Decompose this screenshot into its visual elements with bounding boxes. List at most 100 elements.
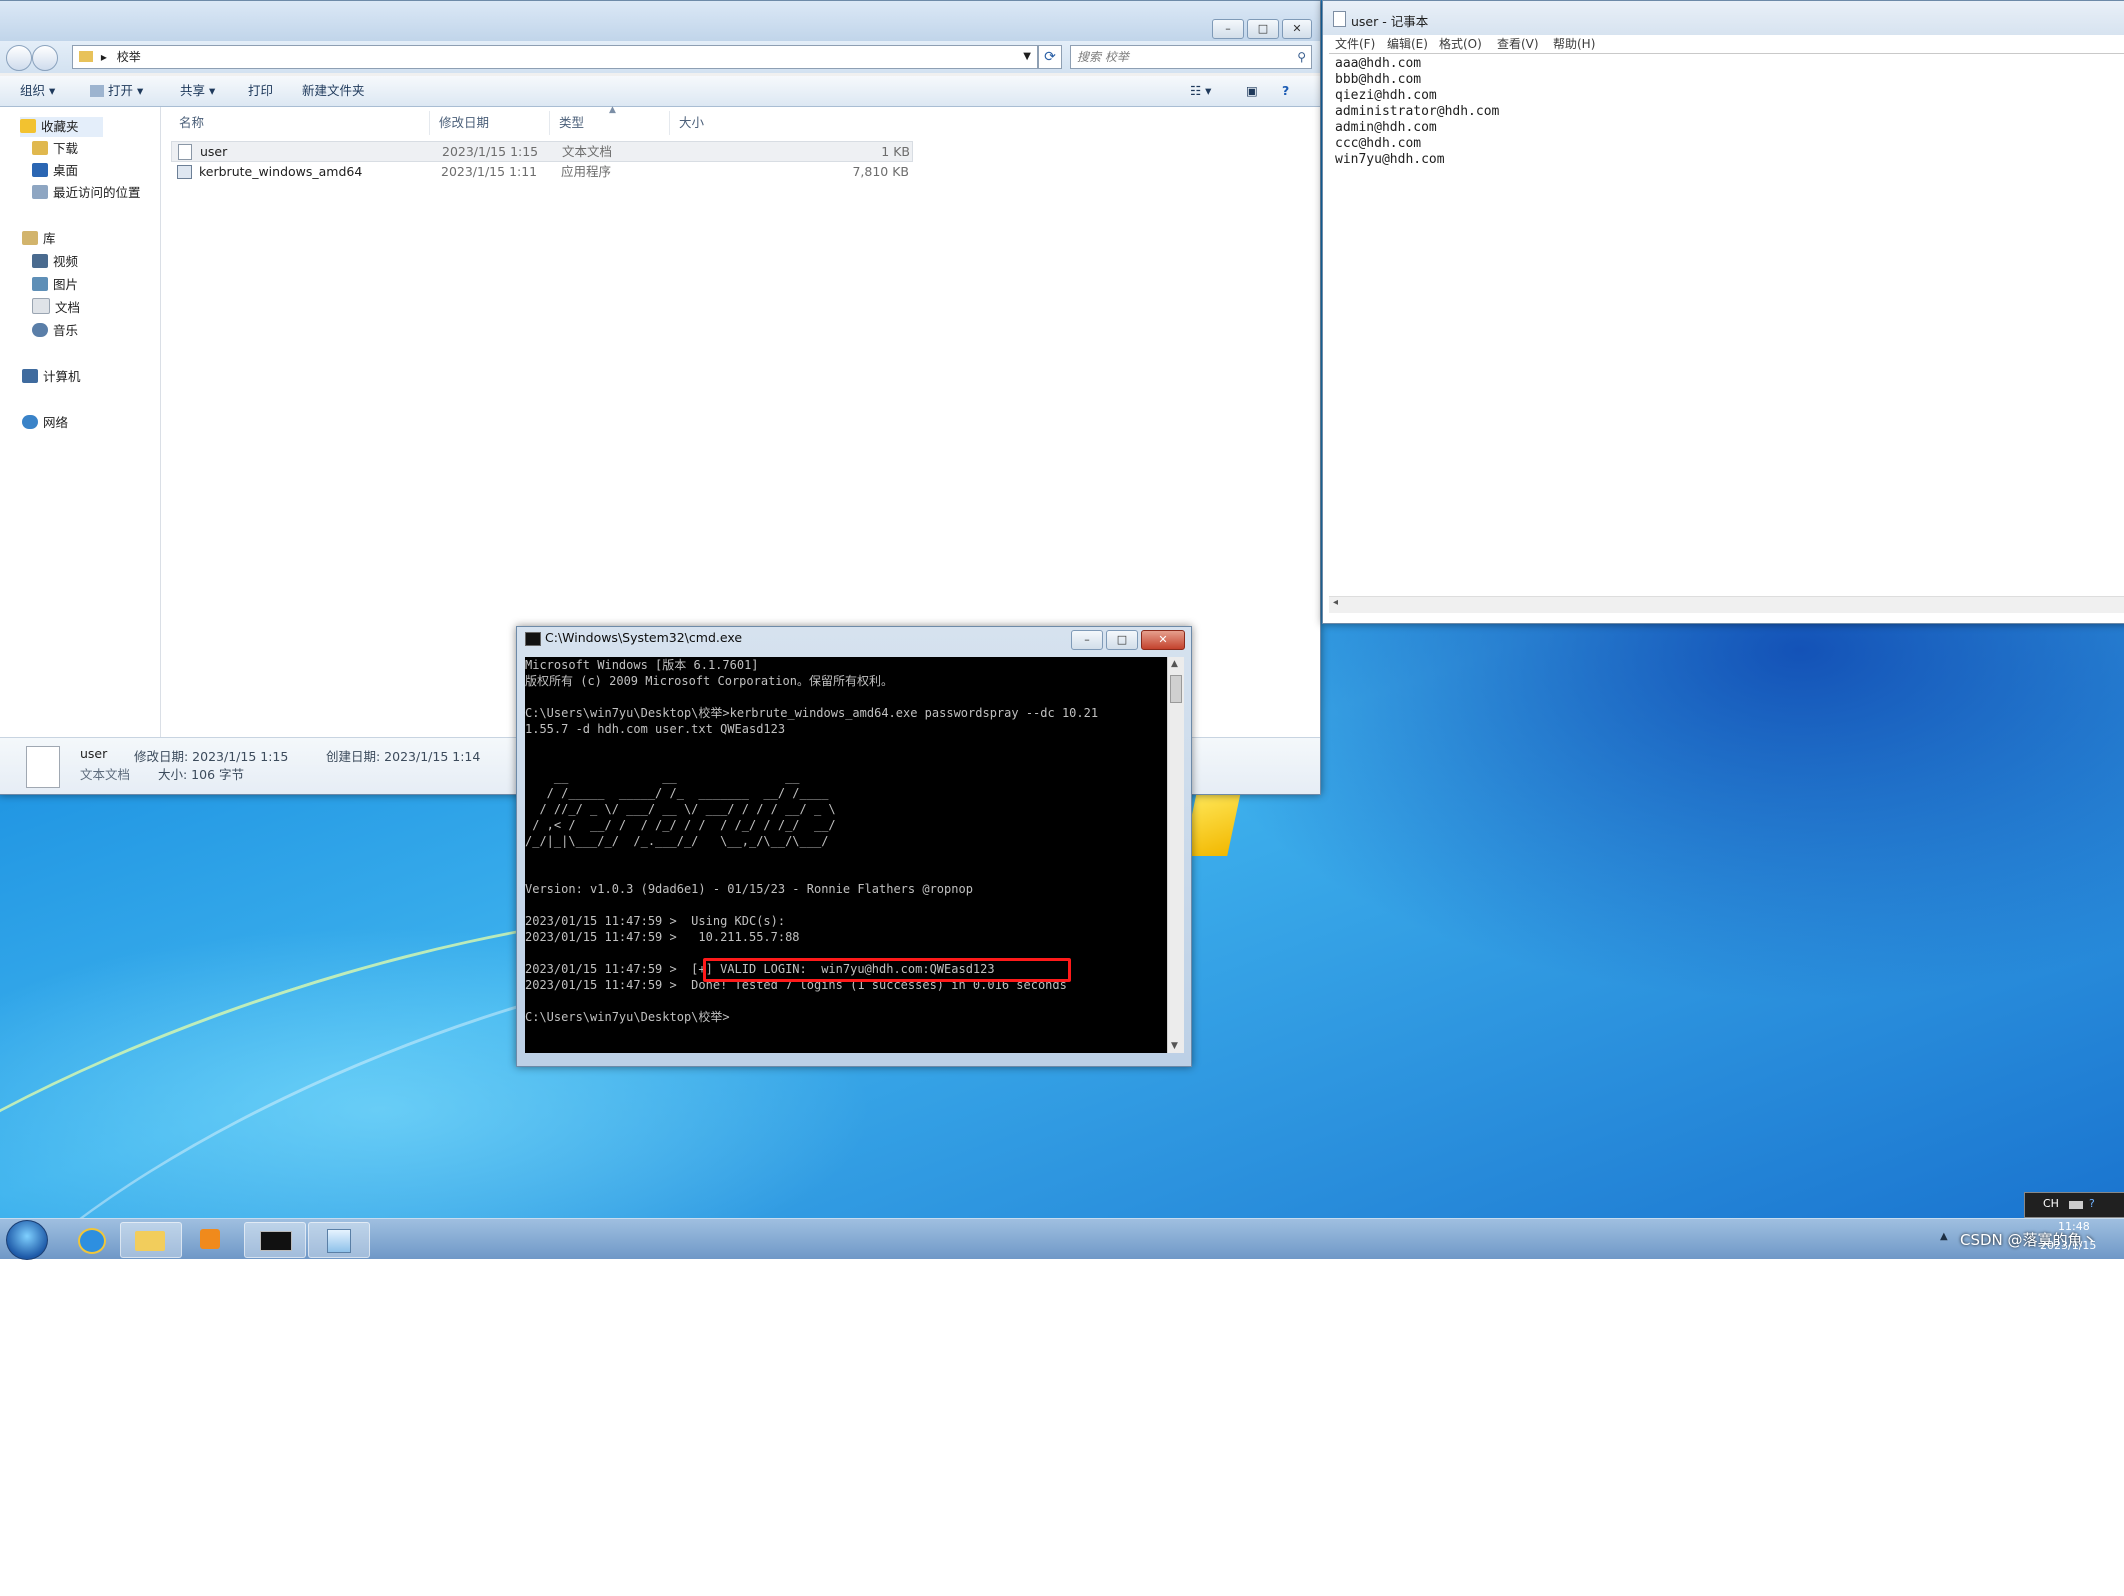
- play-icon: [200, 1229, 220, 1249]
- column-header-size[interactable]: 大小: [679, 111, 789, 135]
- ascii-banner-line: / ,< / __/ / / /_/ / / / /_/ / /_/ __/: [525, 818, 836, 832]
- minimize-button[interactable]: –: [1212, 19, 1244, 39]
- table-row[interactable]: kerbrute_windows_amd64 2023/1/15 1:11 应用…: [171, 162, 911, 181]
- nav-documents[interactable]: 文档: [32, 298, 80, 318]
- nav-favorites[interactable]: 收藏夹: [20, 117, 103, 137]
- console-line: Microsoft Windows [版本 6.1.7601]: [525, 658, 759, 672]
- ascii-banner-line: /_/|_|\___/_/ /_.___/_/ \__,_/\__/\___/: [525, 834, 829, 848]
- refresh-button[interactable]: ⟳: [1038, 45, 1062, 69]
- cmd-titlebar[interactable]: C:\Windows\System32\cmd.exe – □ ✕: [517, 627, 1191, 650]
- nav-music-label: 音乐: [53, 323, 79, 338]
- nav-recent[interactable]: 最近访问的位置: [32, 183, 141, 203]
- cmd-icon: [260, 1231, 292, 1251]
- nav-computer-label: 计算机: [43, 369, 81, 384]
- nav-recent-label: 最近访问的位置: [53, 185, 141, 200]
- details-file-name: user: [80, 746, 108, 761]
- language-indicator[interactable]: CH: [2043, 1197, 2059, 1210]
- share-button[interactable]: 共享 ▾: [180, 76, 215, 106]
- language-bar[interactable]: CH ?: [2024, 1192, 2124, 1218]
- search-icon[interactable]: ⚲: [1297, 46, 1306, 68]
- window-controls: – □ ✕: [1212, 19, 1312, 39]
- nav-pictures[interactable]: 图片: [32, 275, 78, 295]
- start-button[interactable]: [6, 1220, 48, 1260]
- notepad-titlebar[interactable]: user - 记事本: [1323, 1, 2124, 35]
- ie-logo: [78, 1228, 106, 1254]
- window-controls: – □ ✕: [1071, 630, 1185, 650]
- nav-network[interactable]: 网络: [22, 413, 68, 433]
- menu-view[interactable]: 查看(V): [1497, 35, 1539, 52]
- notepad-window: user - 记事本 文件(F) 编辑(E) 格式(O) 查看(V) 帮助(H)…: [1322, 0, 2124, 624]
- media-player-icon[interactable]: [182, 1222, 238, 1256]
- explorer-taskbar-button[interactable]: [120, 1222, 182, 1258]
- menu-file[interactable]: 文件(F): [1335, 35, 1375, 52]
- nav-libraries[interactable]: 库: [22, 229, 56, 249]
- internet-explorer-icon[interactable]: [62, 1222, 118, 1256]
- nav-videos[interactable]: 视频: [32, 252, 78, 272]
- cmd-title: C:\Windows\System32\cmd.exe: [545, 630, 743, 645]
- address-bar[interactable]: ▸ 校举 ▼: [72, 45, 1038, 69]
- scroll-thumb[interactable]: [1170, 675, 1182, 703]
- scroll-left-arrow-icon[interactable]: ◂: [1333, 597, 1338, 608]
- column-header-modified[interactable]: 修改日期: [439, 111, 550, 135]
- vertical-scrollbar[interactable]: ▲ ▼: [1167, 657, 1184, 1053]
- table-row[interactable]: user 2023/1/15 1:15 文本文档 1 KB: [171, 141, 913, 162]
- maximize-button[interactable]: □: [1106, 630, 1138, 650]
- menu-edit[interactable]: 编辑(E): [1387, 35, 1428, 52]
- console-line: 2023/01/15 11:47:59 > 10.211.55.7:88: [525, 930, 800, 944]
- notepad-title: user - 记事本: [1351, 14, 1429, 29]
- horizontal-scrollbar[interactable]: ◂: [1329, 596, 2124, 613]
- notepad-taskbar-button[interactable]: [308, 1222, 370, 1258]
- nav-pictures-label: 图片: [53, 277, 79, 292]
- text-line: ccc@hdh.com: [1335, 136, 1422, 151]
- text-line: qiezi@hdh.com: [1335, 88, 1437, 103]
- keyboard-icon[interactable]: [2069, 1201, 2083, 1209]
- view-options-icon[interactable]: ☷ ▾: [1190, 76, 1211, 106]
- preview-pane-icon[interactable]: ▣: [1246, 76, 1258, 106]
- text-line: bbb@hdh.com: [1335, 72, 1422, 87]
- file-type: 应用程序: [561, 164, 612, 179]
- column-header-name[interactable]: 名称: [179, 111, 430, 135]
- close-button[interactable]: ✕: [1141, 630, 1185, 650]
- videos-icon: [32, 254, 48, 268]
- search-placeholder: 搜索 校举: [1077, 50, 1129, 64]
- nav-downloads[interactable]: 下载: [32, 139, 78, 159]
- open-icon: [90, 85, 104, 97]
- cmd-icon: [525, 632, 541, 646]
- scroll-up-arrow-icon[interactable]: ▲: [1171, 659, 1178, 669]
- clock-date[interactable]: 2023/1/15: [2040, 1239, 2096, 1252]
- scroll-down-arrow-icon[interactable]: ▼: [1171, 1041, 1178, 1051]
- breadcrumb[interactable]: 校举: [117, 50, 141, 64]
- organize-button[interactable]: 组织 ▾: [20, 76, 55, 106]
- file-size: 7,810 KB: [852, 164, 909, 179]
- help-icon[interactable]: ?: [1282, 76, 1289, 106]
- help-icon[interactable]: ?: [2089, 1197, 2095, 1210]
- search-input[interactable]: 搜索 校举 ⚲: [1070, 45, 1312, 69]
- back-button[interactable]: [6, 45, 32, 71]
- nav-desktop-label: 桌面: [53, 163, 79, 178]
- nav-desktop[interactable]: 桌面: [32, 161, 78, 181]
- new-folder-button[interactable]: 新建文件夹: [302, 76, 365, 106]
- clock-time[interactable]: 11:48: [2058, 1220, 2090, 1233]
- close-button[interactable]: ✕: [1282, 19, 1312, 39]
- music-icon: [32, 323, 48, 337]
- console-output[interactable]: Microsoft Windows [版本 6.1.7601] 版权所有 (c)…: [525, 657, 1167, 1053]
- sort-arrow-icon: ▲: [609, 105, 616, 115]
- maximize-button[interactable]: □: [1247, 19, 1279, 39]
- tray-expand-icon[interactable]: ▲: [1940, 1231, 1948, 1242]
- open-button[interactable]: 打开 ▾: [108, 76, 143, 106]
- details-file-type: 文本文档: [80, 767, 131, 782]
- downloads-folder-icon: [32, 141, 48, 155]
- menu-format[interactable]: 格式(O): [1439, 35, 1482, 52]
- menu-help[interactable]: 帮助(H): [1553, 35, 1595, 52]
- console-line: Version: v1.0.3 (9dad6e1) - 01/15/23 - R…: [525, 882, 973, 896]
- chevron-down-icon[interactable]: ▼: [1023, 46, 1031, 68]
- explorer-titlebar[interactable]: – □ ✕: [0, 1, 1320, 41]
- nav-music[interactable]: 音乐: [32, 321, 78, 341]
- cmd-taskbar-button[interactable]: [244, 1222, 306, 1258]
- notepad-text-area[interactable]: aaa@hdh.com bbb@hdh.com qiezi@hdh.com ad…: [1329, 53, 2124, 597]
- application-icon: [177, 165, 192, 179]
- minimize-button[interactable]: –: [1071, 630, 1103, 650]
- forward-button[interactable]: [32, 45, 58, 71]
- print-button[interactable]: 打印: [248, 76, 273, 106]
- nav-computer[interactable]: 计算机: [22, 367, 81, 387]
